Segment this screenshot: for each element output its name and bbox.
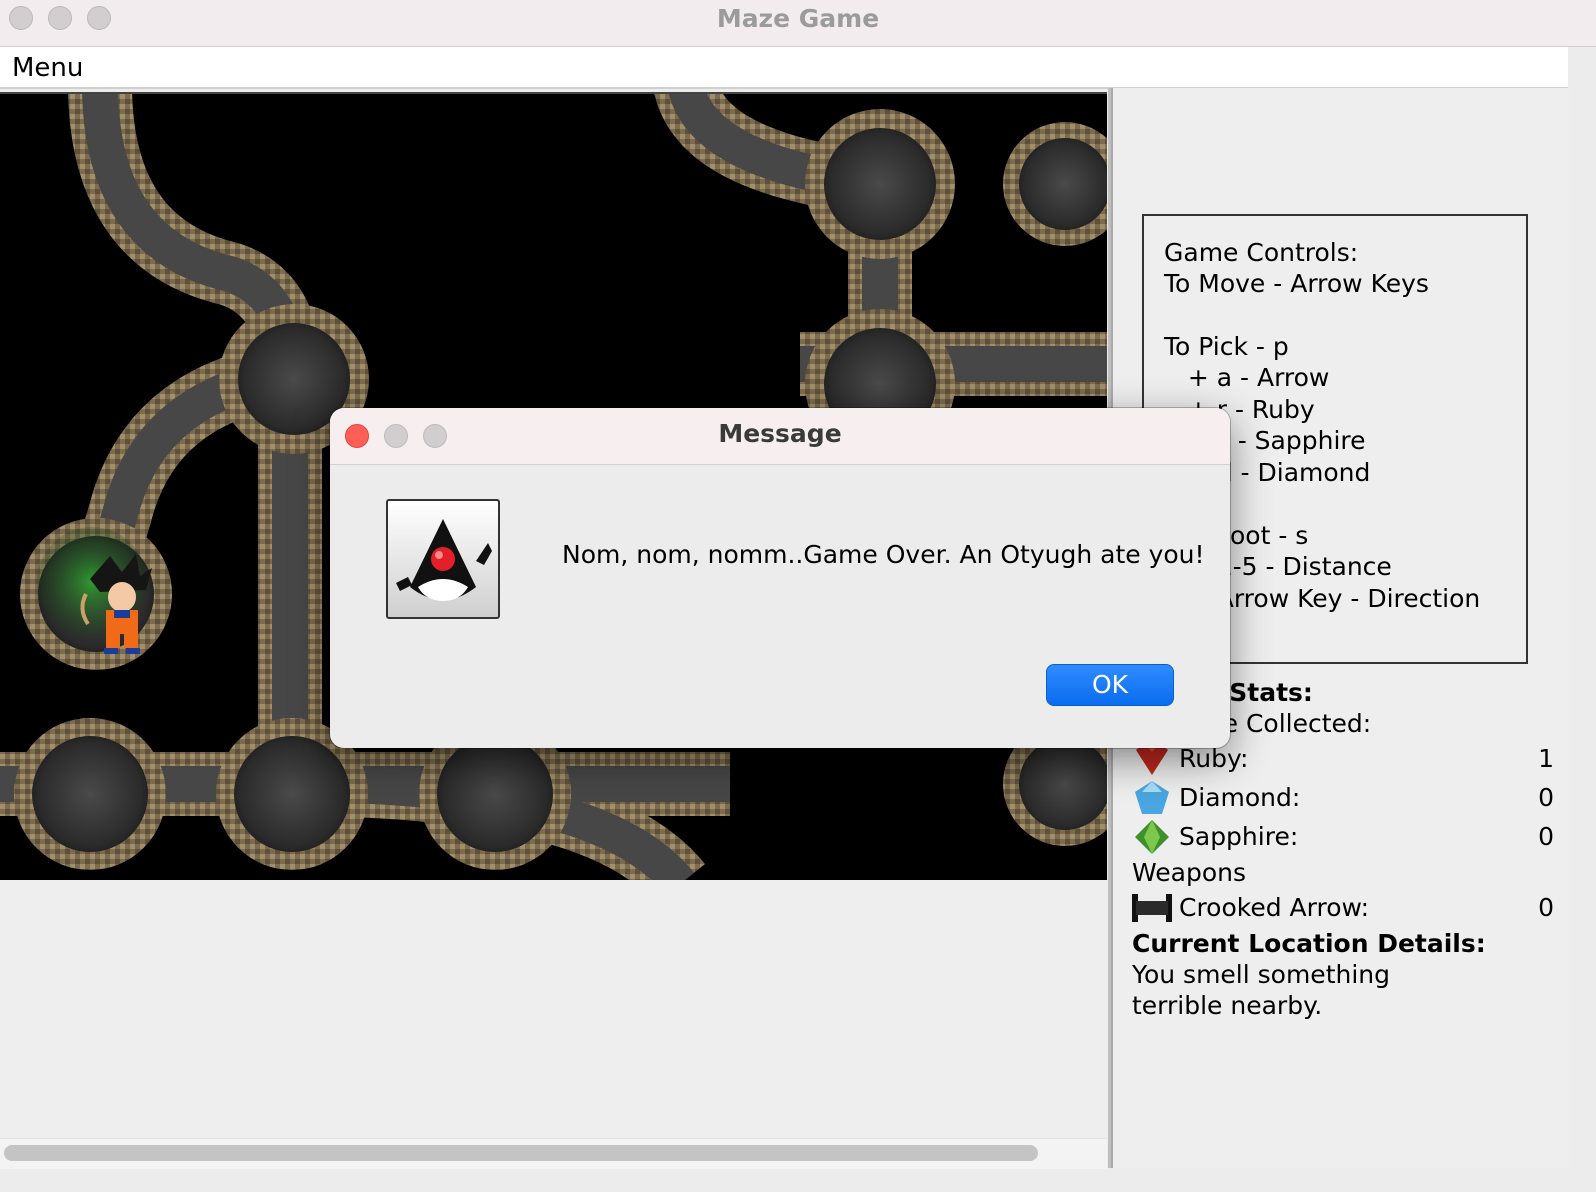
ruby-count: 1	[1538, 744, 1554, 773]
crooked-arrow-label: Crooked Arrow:	[1179, 893, 1370, 922]
java-duke-icon	[386, 499, 500, 619]
sapphire-icon	[1135, 820, 1169, 854]
message-dialog: Message Nom, nom, nomm..Game Over. An Ot…	[330, 408, 1230, 748]
crooked-arrow-icon	[1132, 894, 1172, 922]
crooked-arrow-count: 0	[1538, 893, 1554, 922]
empty-area	[0, 880, 1107, 1138]
location-detail-line2: terrible nearby.	[1132, 991, 1323, 1020]
scrollbar-thumb[interactable]	[4, 1145, 1038, 1161]
ruby-label: Ruby:	[1179, 744, 1249, 773]
diamond-label: Diamond:	[1179, 783, 1301, 812]
menu-bar: Menu	[0, 47, 1568, 89]
sapphire-label: Sapphire:	[1179, 822, 1299, 851]
controls-line: To Move - Arrow Keys	[1164, 269, 1429, 298]
dialog-titlebar: Message	[330, 408, 1230, 465]
location-heading: Current Location Details:	[1132, 929, 1486, 958]
window-title: Maze Game	[716, 4, 880, 33]
controls-line: + a - Arrow	[1164, 363, 1330, 392]
menu-button[interactable]: Menu	[12, 53, 83, 83]
window-titlebar: Maze Game	[0, 0, 1596, 47]
horizontal-scrollbar[interactable]	[0, 1138, 1107, 1169]
location-detail-line1: You smell something	[1132, 960, 1390, 989]
weapons-heading: Weapons	[1132, 858, 1246, 887]
controls-line: To Pick - p	[1164, 332, 1289, 361]
sapphire-count: 0	[1538, 822, 1554, 851]
dialog-title: Message	[718, 419, 842, 448]
ok-button[interactable]: OK	[1046, 664, 1174, 706]
diamond-icon	[1135, 781, 1169, 814]
controls-line: Game Controls:	[1164, 238, 1359, 267]
dialog-message: Nom, nom, nomm..Game Over. An Otyugh ate…	[562, 540, 1205, 569]
diamond-count: 0	[1538, 783, 1554, 812]
